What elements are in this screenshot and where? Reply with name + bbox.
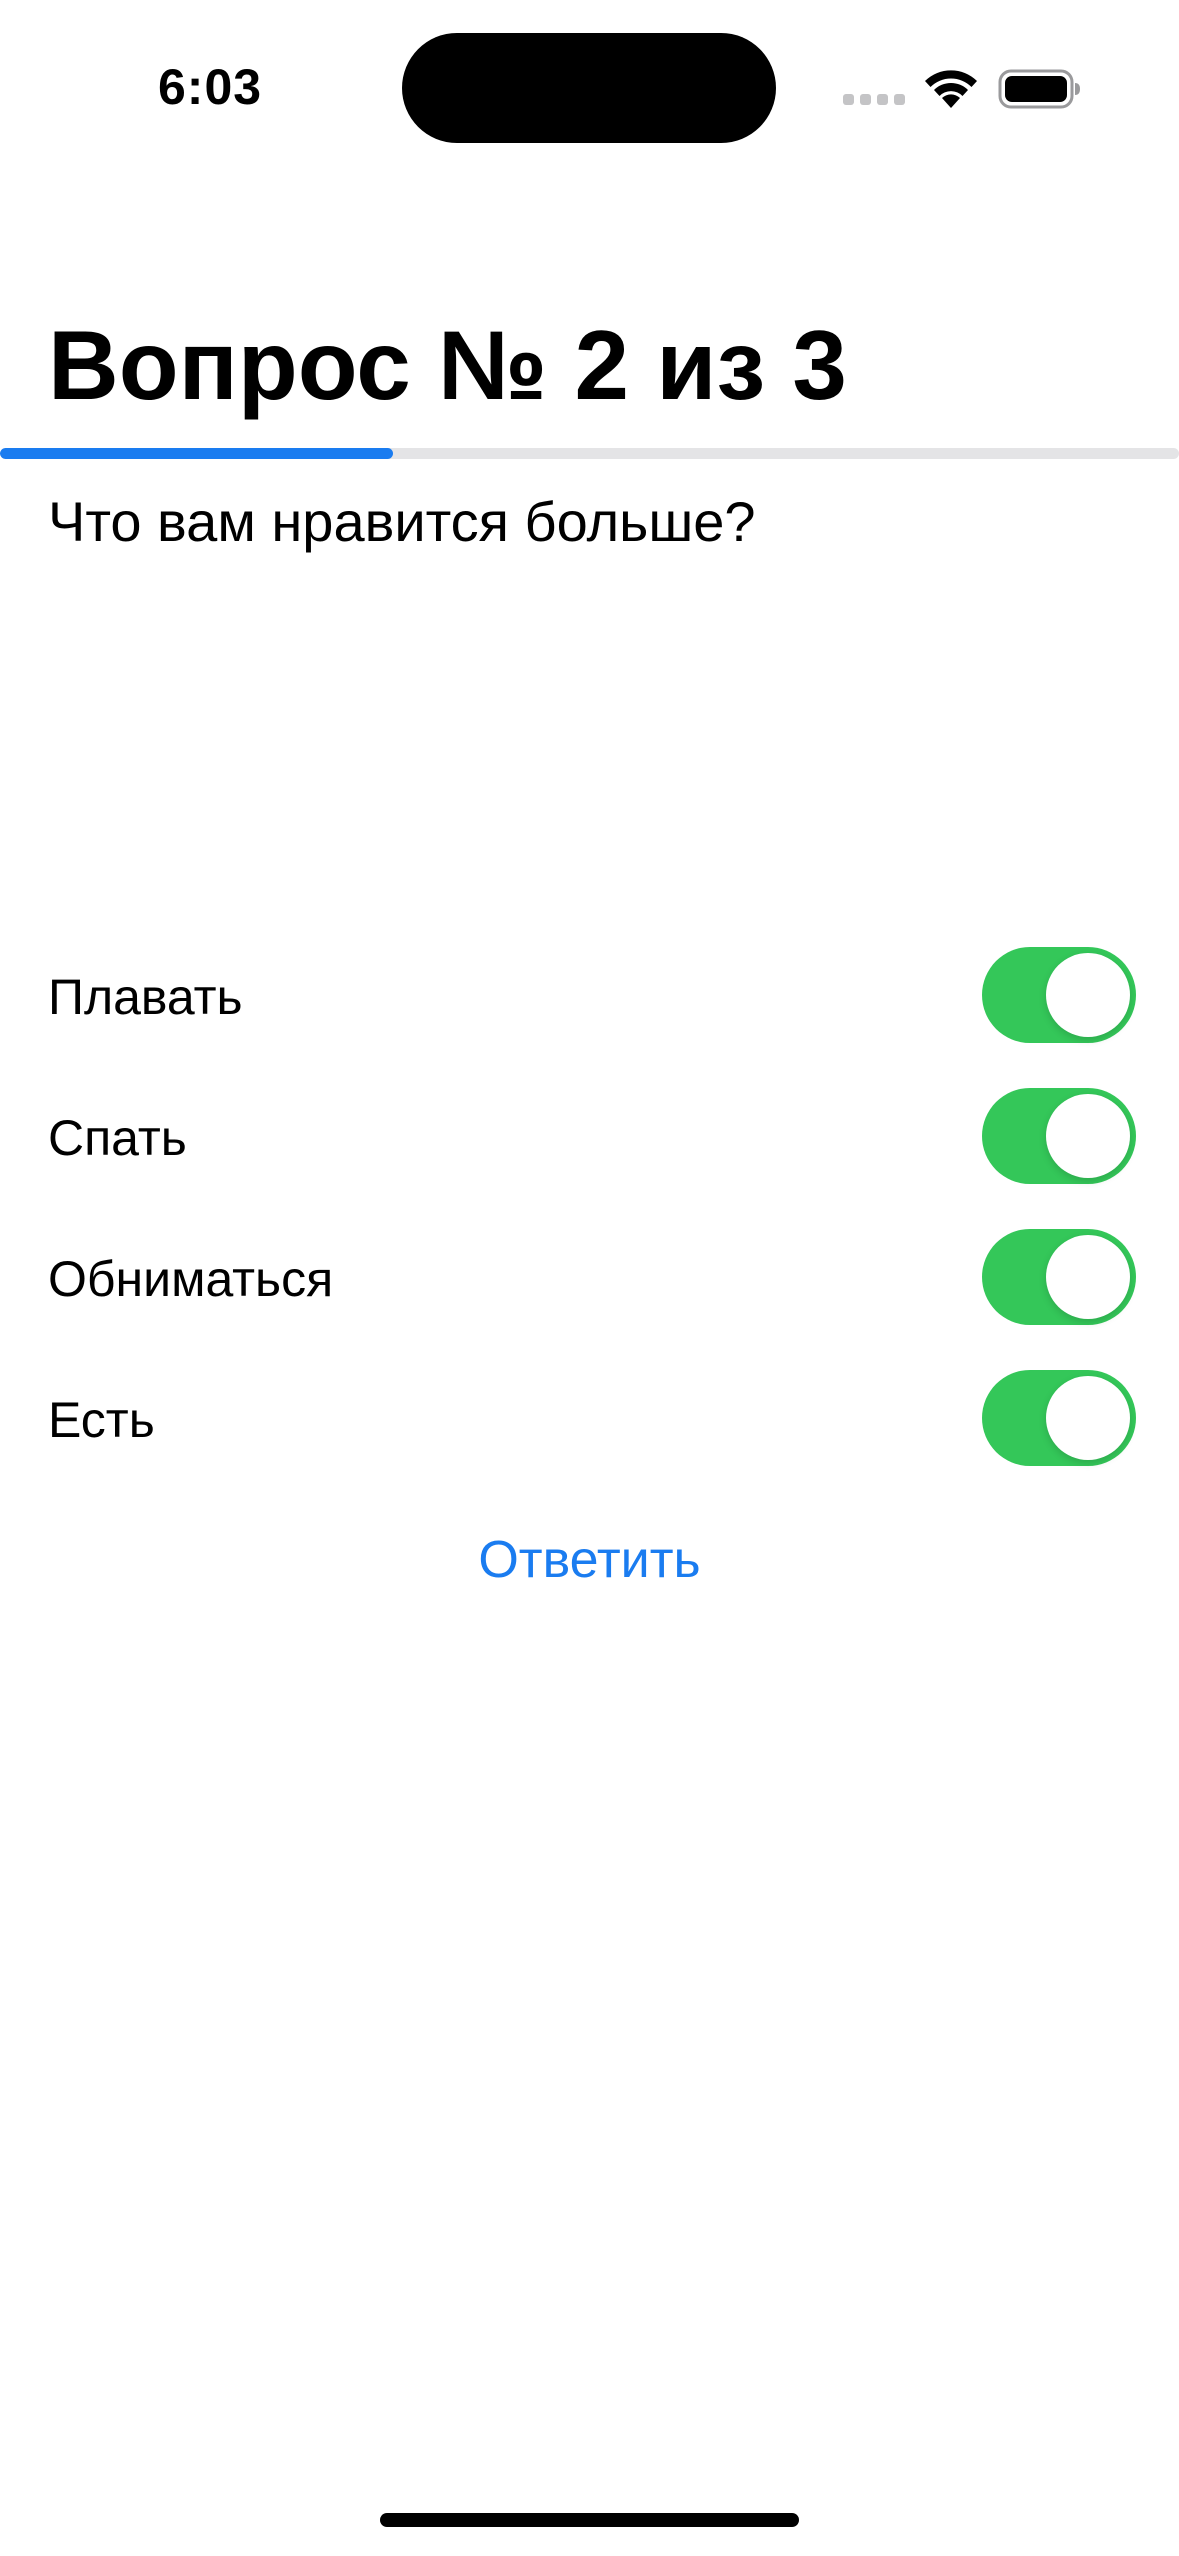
wifi-icon [925,70,977,108]
answer-toggle[interactable] [982,1370,1136,1466]
dynamic-island [402,33,776,143]
answer-row: Есть [0,1370,1179,1470]
status-bar: 6:03 [0,0,1179,170]
toggle-knob [1046,1376,1130,1460]
answer-label: Плавать [48,969,243,1025]
toggle-knob [1046,1094,1130,1178]
toggle-knob [1046,1235,1130,1319]
answer-row: Плавать [0,947,1179,1047]
home-indicator [380,2513,799,2527]
page-title: Вопрос № 2 из 3 [48,310,847,420]
progress-bar-fill [0,448,393,459]
toggle-knob [1046,953,1130,1037]
answer-toggle[interactable] [982,947,1136,1043]
answer-row: Спать [0,1088,1179,1188]
answer-toggle[interactable] [982,1088,1136,1184]
answer-toggle[interactable] [982,1229,1136,1325]
battery-icon [998,69,1080,109]
answer-label: Обниматься [48,1251,334,1307]
progress-bar [0,448,1179,459]
status-time: 6:03 [158,59,263,115]
answer-row: Обниматься [0,1229,1179,1329]
answer-button[interactable]: Ответить [0,1525,1179,1595]
cellular-signal-icon [843,94,905,108]
answer-label: Спать [48,1110,187,1166]
answer-label: Есть [48,1392,155,1448]
question-text: Что вам нравится больше? [48,490,756,553]
